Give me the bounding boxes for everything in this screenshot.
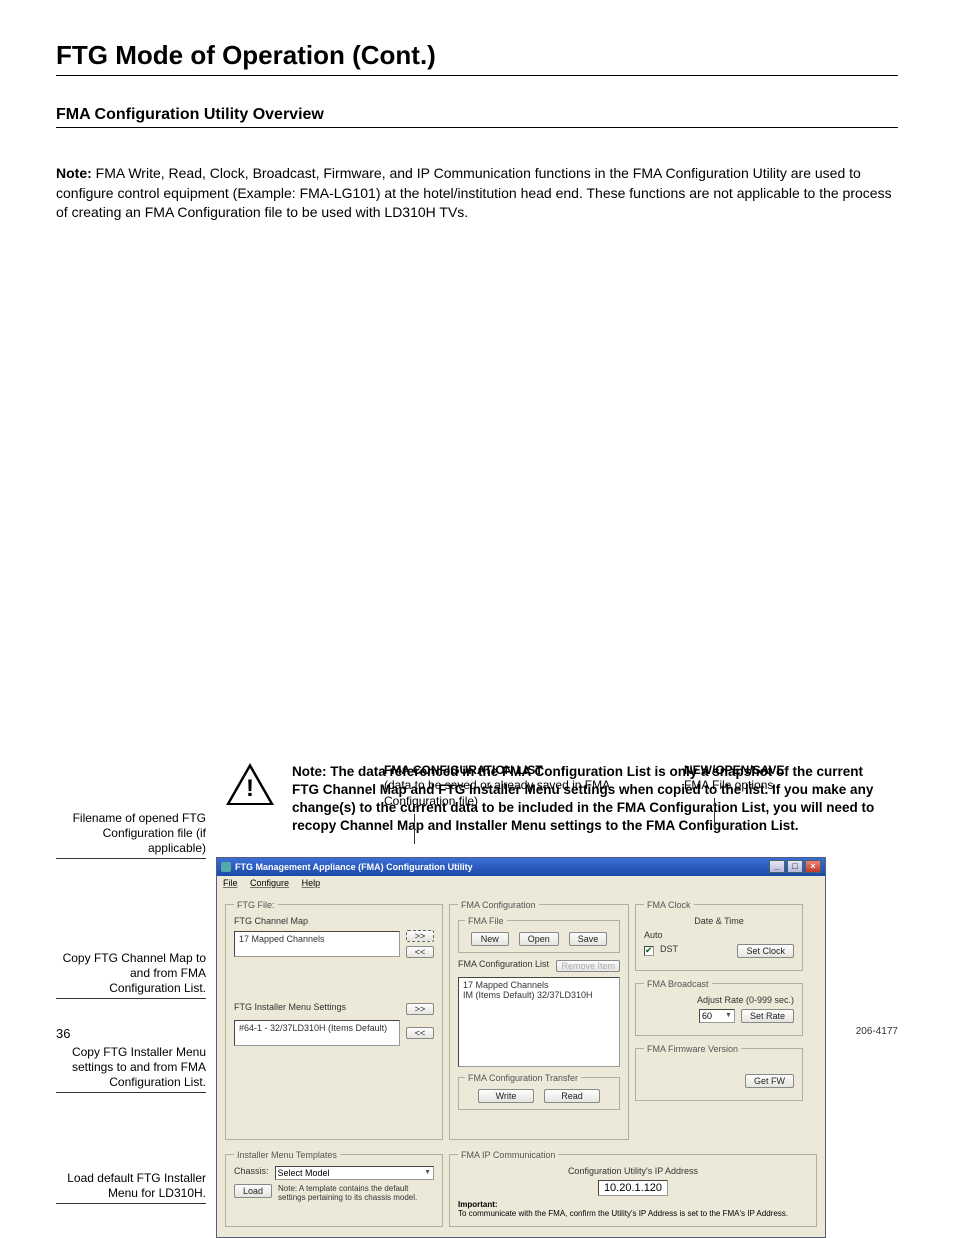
app-window: FTG Management Appliance (FMA) Configura…	[216, 857, 826, 1238]
connector-line	[714, 798, 784, 828]
note-body: FMA Write, Read, Clock, Broadcast, Firmw…	[56, 165, 892, 220]
set-clock-button[interactable]: Set Clock	[737, 944, 794, 958]
legend-filename: Filename of opened FTG Configuration fil…	[56, 811, 206, 859]
warning-icon: !	[226, 763, 274, 807]
legend-copy-map-text: Copy FTG Channel Map to and from FMA Con…	[63, 951, 206, 995]
legend-newopensave-title: NEW/OPEN/SAVE	[684, 763, 784, 777]
dst-checkbox[interactable]	[644, 946, 654, 956]
firmware-group: FMA Firmware Version Get FW	[635, 1044, 803, 1101]
figure-wrap: FMA CONFIGURATION LIST (data to be saved…	[56, 763, 898, 836]
broadcast-legend: FMA Broadcast	[644, 979, 712, 989]
chassis-select[interactable]: Select Model ▼	[275, 1166, 434, 1180]
chevron-down-icon: ▼	[424, 1169, 431, 1176]
dst-label: DST	[660, 944, 678, 954]
maximize-button[interactable]: □	[787, 860, 803, 873]
channel-map-left-button[interactable]: <<	[406, 946, 434, 958]
ip-important: Important: To communicate with the FMA, …	[458, 1200, 808, 1218]
minimize-button[interactable]: _	[769, 860, 785, 873]
channel-map-right-button[interactable]: >>	[406, 930, 434, 942]
close-button[interactable]: ×	[805, 860, 821, 873]
config-list-line1: 17 Mapped Channels	[463, 980, 615, 990]
transfer-group: FMA Configuration Transfer Write Read	[458, 1073, 620, 1110]
top-legend-group: FMA CONFIGURATION LIST (data to be saved…	[384, 763, 784, 844]
ipcomm-group: FMA IP Communication Configuration Utili…	[449, 1150, 817, 1227]
set-rate-button[interactable]: Set Rate	[741, 1009, 794, 1023]
legend-config-list-sub: (data to be saved or already saved in FM…	[384, 778, 609, 808]
open-button[interactable]: Open	[519, 932, 559, 946]
legend-copy-installer-text: Copy FTG Installer Menu settings to and …	[72, 1045, 206, 1089]
titlebar: FTG Management Appliance (FMA) Configura…	[217, 858, 825, 876]
config-list-line2: IM (Items Default) 32/37LD310H	[463, 990, 615, 1000]
broadcast-group: FMA Broadcast Adjust Rate (0-999 sec.) 6…	[635, 979, 803, 1036]
installer-right-button[interactable]: >>	[406, 1003, 434, 1015]
rate-select[interactable]: 60 ▼	[699, 1009, 735, 1023]
save-button[interactable]: Save	[569, 932, 608, 946]
transfer-legend: FMA Configuration Transfer	[465, 1073, 581, 1083]
installer-list[interactable]: #64-1 - 32/37LD310H (Items Default)	[234, 1020, 400, 1046]
legend-newopensave-sub: FMA File options	[684, 778, 773, 792]
legend-load-default: Load default FTG Installer Menu for LD31…	[56, 1171, 206, 1204]
legend-filename-text: Filename of opened FTG Configuration fil…	[73, 811, 206, 855]
clock-group: FMA Clock Date & Time Auto DST Set Clock	[635, 900, 803, 971]
channel-map-label: FTG Channel Map	[234, 916, 434, 926]
chassis-label: Chassis:	[234, 1166, 269, 1176]
menu-file[interactable]: File	[223, 878, 238, 888]
app-icon	[221, 862, 231, 872]
ip-label: Configuration Utility's IP Address	[458, 1166, 808, 1176]
legend-copy-installer: Copy FTG Installer Menu settings to and …	[56, 1045, 206, 1093]
menu-help[interactable]: Help	[302, 878, 321, 888]
legend-config-list-title: FMA CONFIGURATION LIST	[384, 763, 543, 777]
legend-load-default-text: Load default FTG Installer Menu for LD31…	[67, 1171, 206, 1200]
menu-configure[interactable]: Configure	[250, 878, 289, 888]
ip-input[interactable]: 10.20.1.120	[598, 1180, 668, 1196]
legend-copy-map: Copy FTG Channel Map to and from FMA Con…	[56, 951, 206, 999]
installer-label: FTG Installer Menu Settings	[234, 1002, 400, 1012]
footer-page-number: 36	[56, 1026, 70, 1041]
rate-value: 60	[702, 1011, 712, 1021]
chevron-down-icon: ▼	[725, 1012, 732, 1019]
firmware-legend: FMA Firmware Version	[644, 1044, 741, 1054]
footer-doc-number: 206-4177	[856, 1026, 898, 1041]
read-button[interactable]: Read	[544, 1089, 600, 1103]
legend-config-list: FMA CONFIGURATION LIST (data to be saved…	[384, 763, 624, 844]
config-listbox[interactable]: 17 Mapped Channels IM (Items Default) 32…	[458, 977, 620, 1067]
get-fw-button[interactable]: Get FW	[745, 1074, 794, 1088]
connector-line	[414, 814, 624, 844]
broadcast-hint: Adjust Rate (0-999 sec.)	[644, 995, 794, 1005]
templates-group: Installer Menu Templates Chassis: Select…	[225, 1150, 443, 1227]
template-note: Note: A template contains the default se…	[278, 1184, 434, 1202]
fma-file-legend: FMA File	[465, 916, 507, 926]
ip-important-text: To communicate with the FMA, confirm the…	[458, 1209, 788, 1218]
remove-item-button[interactable]: Remove Item	[556, 960, 620, 972]
chassis-value: Select Model	[278, 1168, 330, 1178]
legend-newopensave: NEW/OPEN/SAVE FMA File options	[684, 763, 784, 844]
note-paragraph: Note: FMA Write, Read, Clock, Broadcast,…	[56, 164, 898, 223]
page-subtitle: FMA Configuration Utility Overview	[56, 106, 898, 128]
clock-auto-label: Auto	[644, 930, 794, 940]
clock-legend: FMA Clock	[644, 900, 694, 910]
write-button[interactable]: Write	[478, 1089, 534, 1103]
channel-map-list[interactable]: 17 Mapped Channels	[234, 931, 400, 957]
templates-legend: Installer Menu Templates	[234, 1150, 340, 1160]
app-title: FTG Management Appliance (FMA) Configura…	[235, 862, 473, 872]
fma-config-legend: FMA Configuration	[458, 900, 539, 910]
fma-config-group: FMA Configuration FMA File New Open Save…	[449, 900, 629, 1140]
note-label: Note:	[56, 165, 92, 181]
fma-file-group: FMA File New Open Save	[458, 916, 620, 953]
ftg-file-legend: FTG File:	[234, 900, 278, 910]
config-list-label: FMA Configuration List	[458, 959, 550, 969]
ipcomm-legend: FMA IP Communication	[458, 1150, 558, 1160]
clock-datetime-label: Date & Time	[644, 916, 794, 926]
ftg-file-group: FTG File: FTG Channel Map 17 Mapped Chan…	[225, 900, 443, 1140]
new-button[interactable]: New	[471, 932, 509, 946]
menubar: File Configure Help	[217, 876, 825, 890]
ip-important-label: Important:	[458, 1200, 498, 1209]
load-button[interactable]: Load	[234, 1184, 272, 1198]
page-title: FTG Mode of Operation (Cont.)	[56, 40, 898, 76]
installer-left-button[interactable]: <<	[406, 1027, 434, 1039]
